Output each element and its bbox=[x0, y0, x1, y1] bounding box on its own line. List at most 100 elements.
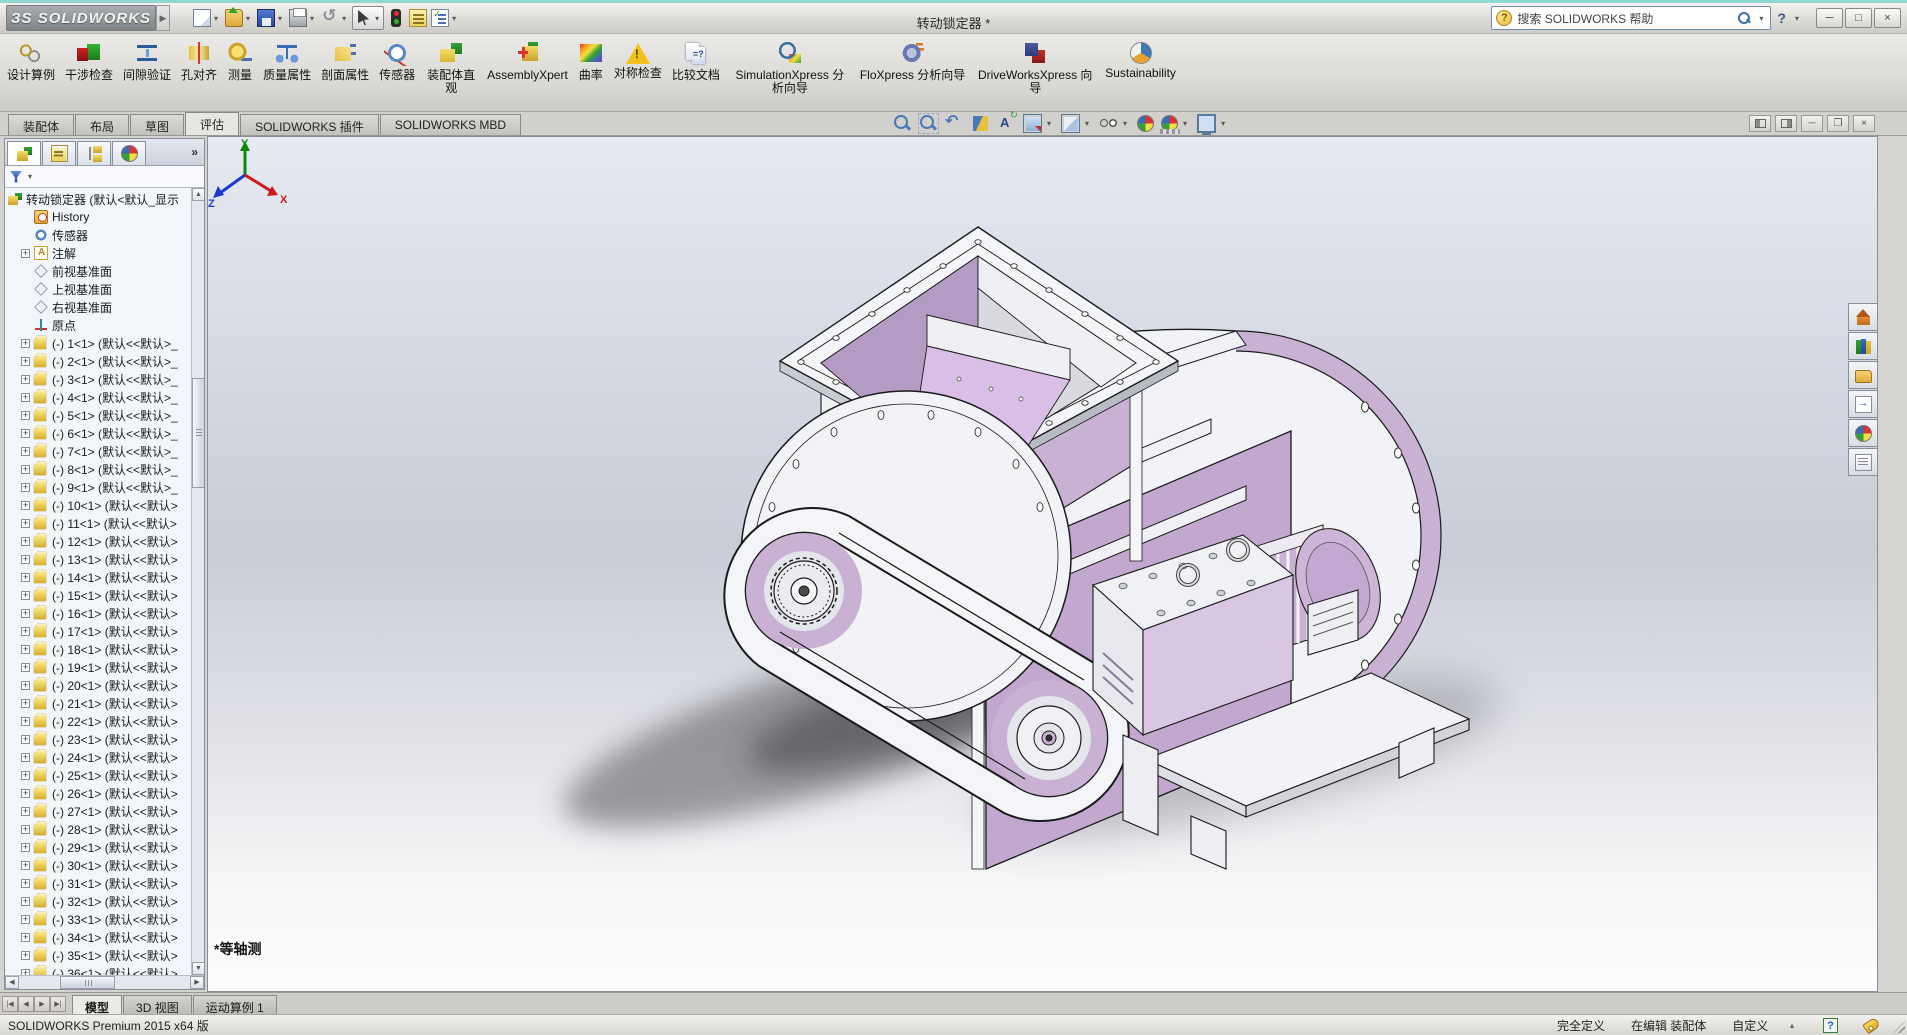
tree-item[interactable]: + 前视基准面 bbox=[5, 262, 204, 280]
headsup-button[interactable] bbox=[919, 114, 938, 133]
tree-item[interactable]: + (-) 10<1> (默认<<默认> bbox=[5, 496, 204, 514]
tree-item[interactable]: + (-) 3<1> (默认<<默认>_ bbox=[5, 370, 204, 388]
tree-horizontal-scrollbar[interactable]: ◀ ▶ bbox=[5, 975, 204, 989]
scroll-thumb[interactable] bbox=[60, 976, 115, 989]
qat-button[interactable]: ▾ bbox=[192, 7, 222, 29]
expand-icon[interactable]: + bbox=[21, 411, 30, 420]
ribbon-button[interactable]: 孔对齐 bbox=[176, 37, 222, 109]
tree-item[interactable]: + 原点 bbox=[5, 316, 204, 334]
ribbon-button[interactable]: 剖面属性 bbox=[316, 37, 374, 109]
expand-icon[interactable]: + bbox=[21, 609, 30, 618]
tree-item[interactable]: + 上视基准面 bbox=[5, 280, 204, 298]
qat-button[interactable] bbox=[386, 7, 406, 29]
expand-icon[interactable]: + bbox=[21, 465, 30, 474]
tree-item[interactable]: + (-) 4<1> (默认<<默认>_ bbox=[5, 388, 204, 406]
tab-prev-icon[interactable]: ◀ bbox=[18, 996, 34, 1012]
tree-item[interactable]: + (-) 29<1> (默认<<默认> bbox=[5, 838, 204, 856]
tree-item[interactable]: + (-) 9<1> (默认<<默认>_ bbox=[5, 478, 204, 496]
expand-icon[interactable]: + bbox=[21, 375, 30, 384]
expand-icon[interactable]: + bbox=[21, 735, 30, 744]
ribbon-button[interactable]: 干涉检查 bbox=[60, 37, 118, 109]
ribbon-button[interactable]: 比较文档 bbox=[667, 37, 725, 109]
dropdown-arrow-icon[interactable]: ▾ bbox=[278, 14, 282, 23]
expand-icon[interactable]: + bbox=[21, 789, 30, 798]
doc-close-button[interactable]: × bbox=[1853, 115, 1875, 132]
help-icon[interactable]: ? bbox=[1777, 10, 1786, 26]
tree-item[interactable]: + (-) 5<1> (默认<<默认>_ bbox=[5, 406, 204, 424]
qat-button[interactable]: ▾ bbox=[256, 7, 286, 29]
qat-button[interactable]: ▾ bbox=[430, 7, 460, 29]
tab-next-icon[interactable]: ▶ bbox=[34, 996, 50, 1012]
ribbon-button[interactable]: FloXpress 分析向导 bbox=[855, 37, 970, 109]
expand-icon[interactable]: + bbox=[21, 879, 30, 888]
tag-icon[interactable] bbox=[1862, 1016, 1881, 1034]
maximize-button[interactable]: □ bbox=[1845, 8, 1872, 28]
ribbon-button[interactable]: DriveWorksXpress 向导 bbox=[970, 37, 1100, 109]
command-tab[interactable]: 评估 bbox=[185, 112, 239, 135]
expand-icon[interactable]: + bbox=[21, 627, 30, 636]
qat-button[interactable]: ▾ bbox=[224, 7, 254, 29]
tree-item[interactable]: + (-) 1<1> (默认<<默认>_ bbox=[5, 334, 204, 352]
tab-last-icon[interactable]: ▶| bbox=[50, 996, 66, 1012]
expand-icon[interactable]: + bbox=[21, 753, 30, 762]
expand-icon[interactable]: + bbox=[21, 933, 30, 942]
dropdown-arrow-icon[interactable]: ▾ bbox=[310, 14, 314, 23]
tree-item[interactable]: + 转动锁定器 (默认<默认_显示 bbox=[5, 190, 204, 208]
tree-item[interactable]: + (-) 20<1> (默认<<默认> bbox=[5, 676, 204, 694]
task-pane-button[interactable] bbox=[1848, 303, 1877, 331]
expand-icon[interactable]: + bbox=[21, 501, 30, 510]
expand-icon[interactable]: + bbox=[21, 897, 30, 906]
tree-item[interactable]: + (-) 13<1> (默认<<默认> bbox=[5, 550, 204, 568]
doc-restore-button[interactable]: ❐ bbox=[1827, 115, 1849, 132]
headsup-button[interactable] bbox=[971, 114, 990, 133]
dropdown-arrow-icon[interactable]: ▾ bbox=[375, 14, 379, 23]
tree-item[interactable]: + (-) 8<1> (默认<<默认>_ bbox=[5, 460, 204, 478]
dropdown-arrow-icon[interactable]: ▾ bbox=[214, 14, 218, 23]
headsup-button[interactable]: ▾ bbox=[1161, 115, 1190, 132]
expand-icon[interactable]: + bbox=[21, 807, 30, 816]
ribbon-button[interactable]: Sustainability bbox=[1100, 37, 1181, 109]
tree-item[interactable]: + (-) 32<1> (默认<<默认> bbox=[5, 892, 204, 910]
task-pane-button[interactable] bbox=[1848, 361, 1877, 389]
expand-icon[interactable]: + bbox=[21, 681, 30, 690]
headsup-button[interactable]: ▾ bbox=[1099, 114, 1130, 133]
tab-configuration-manager[interactable] bbox=[77, 141, 111, 165]
tree-item[interactable]: + (-) 28<1> (默认<<默认> bbox=[5, 820, 204, 838]
command-tab[interactable]: 布局 bbox=[75, 114, 129, 135]
expand-icon[interactable]: + bbox=[21, 771, 30, 780]
scroll-thumb[interactable] bbox=[192, 378, 204, 488]
tree-item[interactable]: + 右视基准面 bbox=[5, 298, 204, 316]
ribbon-button[interactable]: 间隙验证 bbox=[118, 37, 176, 109]
tree-item[interactable]: + (-) 24<1> (默认<<默认> bbox=[5, 748, 204, 766]
ribbon-button[interactable]: AssemblyXpert bbox=[482, 37, 573, 109]
expand-icon[interactable]: + bbox=[21, 861, 30, 870]
search-input[interactable]: 搜索 SOLIDWORKS 帮助 bbox=[1517, 10, 1732, 27]
graphics-viewport[interactable]: Y Z X *等轴测 bbox=[207, 136, 1878, 992]
document-tab[interactable]: 运动算例 1 bbox=[193, 995, 277, 1014]
search-icon[interactable] bbox=[1737, 11, 1751, 25]
expand-icon[interactable]: + bbox=[21, 447, 30, 456]
qat-button[interactable] bbox=[408, 7, 428, 29]
ribbon-button[interactable]: 曲率 bbox=[573, 37, 609, 109]
scroll-down-icon[interactable]: ▼ bbox=[192, 962, 204, 975]
command-tab[interactable]: SOLIDWORKS 插件 bbox=[240, 114, 379, 135]
split-pane-left-button[interactable] bbox=[1749, 115, 1771, 132]
tree-item[interactable]: + History bbox=[5, 208, 204, 226]
tree-item[interactable]: + (-) 6<1> (默认<<默认>_ bbox=[5, 424, 204, 442]
tree-item[interactable]: + (-) 16<1> (默认<<默认> bbox=[5, 604, 204, 622]
tree-item[interactable]: + (-) 11<1> (默认<<默认> bbox=[5, 514, 204, 532]
ribbon-button[interactable]: 质量属性 bbox=[258, 37, 316, 109]
assembly-model[interactable] bbox=[208, 137, 1879, 993]
tab-property-manager[interactable] bbox=[42, 141, 76, 165]
dropdown-arrow-icon[interactable]: ▾ bbox=[342, 14, 346, 23]
scroll-right-icon[interactable]: ▶ bbox=[190, 976, 204, 989]
tree-item[interactable]: + (-) 14<1> (默认<<默认> bbox=[5, 568, 204, 586]
tree-item[interactable]: + (-) 21<1> (默认<<默认> bbox=[5, 694, 204, 712]
task-pane-button[interactable] bbox=[1848, 448, 1877, 476]
expand-icon[interactable]: + bbox=[21, 825, 30, 834]
expand-icon[interactable]: + bbox=[21, 249, 30, 258]
minimize-button[interactable]: ─ bbox=[1816, 8, 1843, 28]
expand-icon[interactable]: + bbox=[21, 915, 30, 924]
tree-item[interactable]: + (-) 17<1> (默认<<默认> bbox=[5, 622, 204, 640]
command-tab[interactable]: 草图 bbox=[130, 114, 184, 135]
